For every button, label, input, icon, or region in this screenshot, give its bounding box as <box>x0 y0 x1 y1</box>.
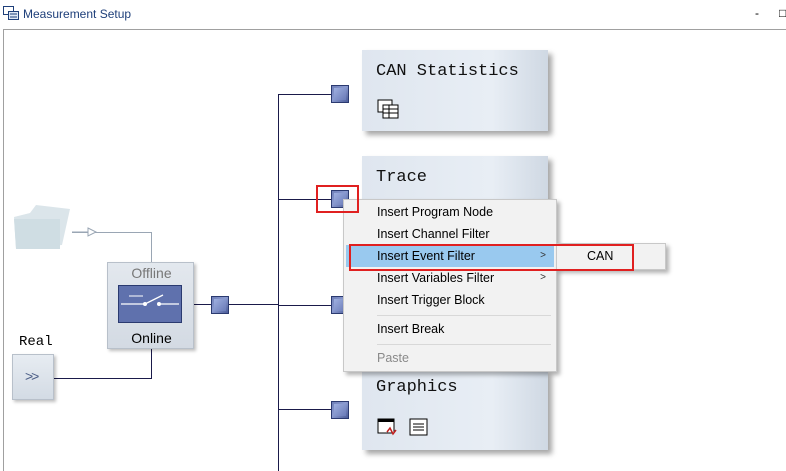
title-bar: Measurement Setup - □ <box>0 0 786 28</box>
switch-icon <box>118 285 182 323</box>
offline-label: Offline <box>131 265 172 281</box>
insert-node-button[interactable] <box>331 85 349 103</box>
menu-item-label: Insert Program Node <box>377 205 494 219</box>
minimize-button[interactable]: - <box>755 6 759 20</box>
graphics-window-icon <box>377 418 397 436</box>
connector-line <box>278 94 332 95</box>
arrow-icon <box>72 227 98 237</box>
annotation-highlight <box>316 185 359 213</box>
connector-line <box>54 378 152 379</box>
canvas-border <box>3 29 786 30</box>
canvas-border <box>3 29 4 471</box>
menu-item-label: Insert Channel Filter <box>377 227 490 241</box>
annotation-highlight <box>349 244 634 271</box>
connector-line <box>151 349 152 378</box>
menu-item-label: Insert Break <box>377 322 445 336</box>
menu-item-insert-trigger-block[interactable]: Insert Trigger Block <box>346 289 554 311</box>
menu-item-insert-channel-filter[interactable]: Insert Channel Filter <box>346 223 554 245</box>
real-label: Real <box>19 334 53 350</box>
measurement-setup-icon <box>3 6 19 20</box>
real-source-button[interactable]: >> <box>12 354 54 400</box>
menu-item-label: Insert Trigger Block <box>377 293 485 307</box>
statistics-table-icon <box>377 99 399 119</box>
offline-online-switch[interactable]: Offline Online <box>107 262 194 349</box>
menu-item-insert-break[interactable]: Insert Break <box>346 318 554 340</box>
maximize-button[interactable]: □ <box>779 6 786 20</box>
insert-node-button[interactable] <box>211 296 229 314</box>
document-icon <box>409 418 428 436</box>
menu-item-insert-program-node[interactable]: Insert Program Node <box>346 201 554 223</box>
trace-block[interactable]: Trace <box>362 156 548 201</box>
menu-item-paste: Paste <box>346 347 554 369</box>
folder-icon[interactable] <box>12 203 72 253</box>
block-title: Graphics <box>376 378 458 397</box>
can-statistics-block[interactable]: CAN Statistics <box>362 50 548 131</box>
connector-line <box>278 409 332 410</box>
menu-item-label: Insert Variables Filter <box>377 271 495 285</box>
graphics-block[interactable]: Graphics <box>362 370 548 450</box>
online-label: Online <box>131 330 172 346</box>
block-title: Trace <box>376 168 428 187</box>
context-menu: Insert Program Node Insert Channel Filte… <box>343 199 557 372</box>
connector-line <box>151 232 152 262</box>
connector-line <box>194 304 278 305</box>
block-title: CAN Statistics <box>376 62 519 81</box>
menu-separator <box>377 315 551 316</box>
menu-separator <box>377 344 551 345</box>
bus-line <box>278 94 279 471</box>
menu-item-label: Paste <box>377 351 409 365</box>
forward-icon: >> <box>25 368 39 384</box>
window-title: Measurement Setup <box>23 7 132 21</box>
connector-line <box>278 305 332 306</box>
insert-node-button[interactable] <box>331 401 349 419</box>
